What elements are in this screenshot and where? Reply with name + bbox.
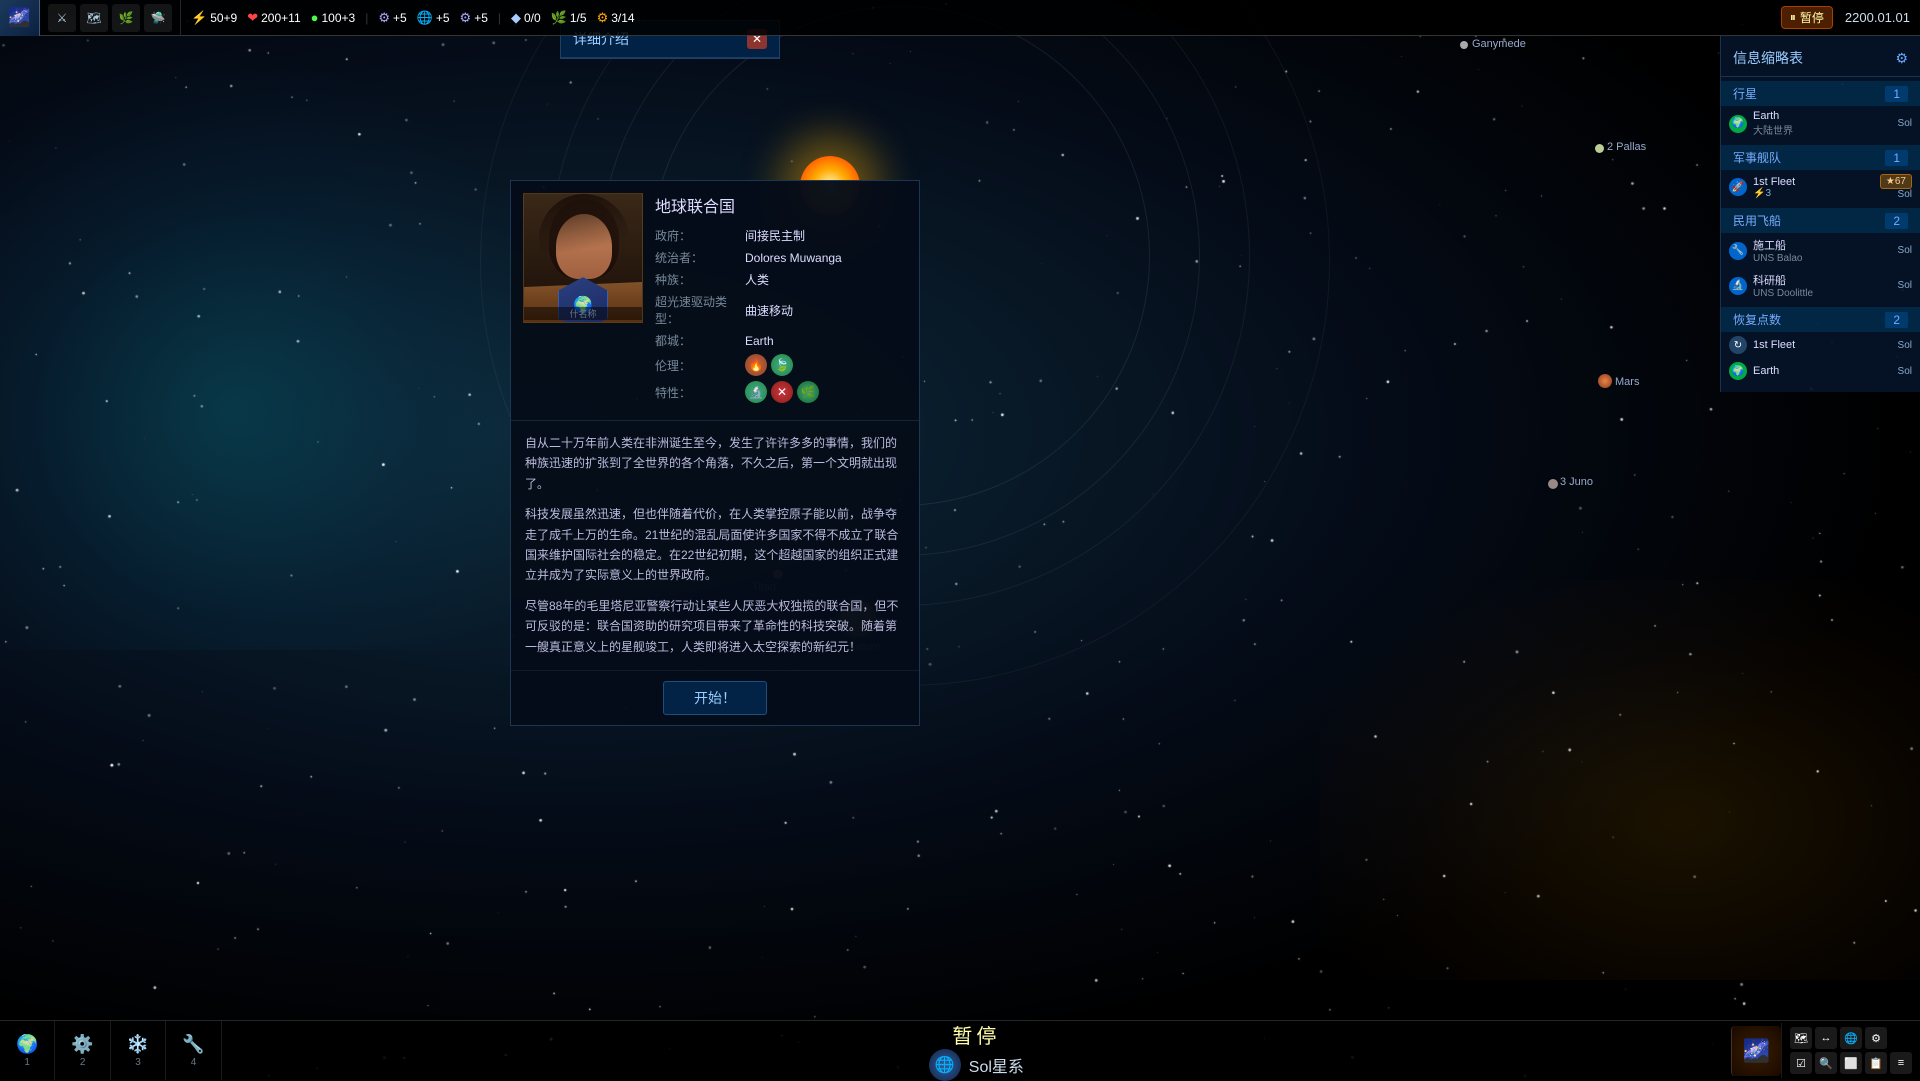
resource-bar: ⚡ 50+9 ❤ 200+11 ● 100+3 | ⚙ +5 🌐 +5 ⚙ +5… (181, 10, 645, 26)
toolbar-icon-4[interactable]: 🛸 (144, 4, 172, 32)
section-recovery[interactable]: 恢复点数 2 (1721, 307, 1920, 332)
resource-food: ● 100+3 (311, 10, 356, 25)
system-globe-icon[interactable]: 🌐 (929, 1049, 961, 1081)
civ-ethics-row: 伦理： 🔥 🍃 (655, 354, 907, 376)
pause-button[interactable]: ⏸ 暂停 (1781, 6, 1833, 29)
civ-info-table: 地球联合国 政府： 间接民主制 统治者： Dolores Muwanga 种族：… (655, 193, 907, 408)
system-label-container: 🌐 Sol星系 (929, 1049, 1024, 1081)
info-panel-settings-icon[interactable]: ⚙ (1895, 50, 1908, 67)
logo[interactable]: 🌌 (0, 0, 40, 36)
resource-society: 🌐 +5 (417, 10, 450, 26)
toolbar-action-icons: ⚔ 🗺 🌿 🛸 (40, 0, 181, 35)
ethics-icon-2: 🍃 (771, 354, 793, 376)
civ-ftl-row: 超光速驱动类型： 曲速移动 (655, 293, 907, 327)
bottom-bar: 🌍 1 ⚙️ 2 ❄️ 3 🔧 4 暂停 🌐 Sol星系 🌌 🗺 ↔ 🌐 ⚙ ☑… (0, 1020, 1920, 1080)
planet-earth-item[interactable]: 🌍 Earth 大陆世界 Sol (1721, 106, 1920, 141)
minimap-control-1[interactable]: 🗺 (1790, 1027, 1812, 1049)
section-planets[interactable]: 行星 1 (1721, 81, 1920, 106)
trait-icon-3: 🌿 (797, 381, 819, 403)
construction-ship-icon: 🔧 (1729, 242, 1747, 260)
earth-icon: 🌍 (1729, 115, 1747, 133)
civ-portrait-label: 什名称 (524, 307, 642, 320)
recovery-earth-item[interactable]: 🌍 Earth Sol (1721, 358, 1920, 384)
fleet-1st-item[interactable]: 🚀 1st Fleet ⚡3 ★67 Sol (1721, 170, 1920, 204)
bottom-center: 暂停 🌐 Sol星系 (222, 1020, 1731, 1081)
trait-icon-2: ✕ (771, 381, 793, 403)
minimap-control-9[interactable]: ≡ (1890, 1052, 1912, 1074)
resource-minerals: ❤ 200+11 (247, 10, 300, 26)
resource-energy: ⚡ 50+9 (191, 10, 237, 26)
civ-government-row: 政府： 间接民主制 (655, 227, 907, 244)
civ-traits-row: 特性： 🔬 ✕ 🌿 (655, 381, 907, 403)
pause-label: 暂停 (952, 1020, 1000, 1049)
toolbar-icon-3[interactable]: 🌿 (112, 4, 140, 32)
info-panel: 信息缩略表 ⚙ 行星 1 🌍 Earth 大陆世界 Sol 军事舰队 1 🚀 1… (1720, 36, 1920, 392)
fleet-icon: 🚀 (1729, 178, 1747, 196)
galaxy-view-button[interactable]: 🌌 (1731, 1026, 1781, 1076)
minimap-control-4[interactable]: ⚙ (1865, 1027, 1887, 1049)
toolbar-icon-2[interactable]: 🗺 (80, 4, 108, 32)
minimap-control-2[interactable]: ↔ (1815, 1027, 1837, 1049)
civ-lore: 自从二十万年前人类在非洲诞生至今，发生了许许多多的事情，我们的种族迅速的扩张到了… (511, 421, 919, 671)
ship-balao-item[interactable]: 🔧 施工船 UNS Balao Sol (1721, 233, 1920, 268)
fleet-badge: ★67 (1880, 174, 1912, 189)
trait-icon-1: 🔬 (745, 381, 767, 403)
toolbar-right: ⏸ 暂停 2200.01.01 (1781, 6, 1920, 29)
info-panel-title: 信息缩略表 ⚙ (1721, 44, 1920, 77)
resource-unity: 🌿 1/5 (551, 10, 587, 26)
civ-ruler-row: 统治者： Dolores Muwanga (655, 249, 907, 266)
minimap-control-8[interactable]: 📋 (1865, 1052, 1887, 1074)
date-display: 2200.01.01 (1845, 10, 1910, 25)
bottom-tab-4[interactable]: 🔧 4 (166, 1021, 221, 1080)
civ-header: 🌍 什名称 地球联合国 政府： 间接民主制 统治者： Dolores Muwan… (511, 181, 919, 421)
civ-portrait: 🌍 什名称 (523, 193, 643, 323)
tab-1-icon: 🌍 (16, 1034, 38, 1055)
tab-4-icon: 🔧 (182, 1034, 204, 1055)
system-name: Sol星系 (969, 1053, 1024, 1077)
civ-footer: 开始！ (511, 671, 919, 725)
section-military[interactable]: 军事舰队 1 (1721, 145, 1920, 170)
section-civilian[interactable]: 民用飞船 2 (1721, 208, 1920, 233)
start-button[interactable]: 开始！ (663, 681, 767, 715)
toolbar: 🌌 ⚔ 🗺 🌿 🛸 ⚡ 50+9 ❤ 200+11 ● 100+3 | ⚙ +5… (0, 0, 1920, 36)
minimap-control-6[interactable]: 🔍 (1815, 1052, 1837, 1074)
civ-name: 地球联合国 (655, 193, 907, 217)
resource-strategic: ⚙ 3/14 (597, 10, 635, 26)
science-ship-icon: 🔬 (1729, 277, 1747, 295)
tab-2-icon: ⚙️ (71, 1034, 93, 1055)
toolbar-icon-1[interactable]: ⚔ (48, 4, 76, 32)
minimap-control-3[interactable]: 🌐 (1840, 1027, 1862, 1049)
recovery-fleet-icon: ↻ (1729, 336, 1747, 354)
resource-influence: ◆ 0/0 (511, 10, 541, 26)
ethics-icon-1: 🔥 (745, 354, 767, 376)
ship-doolittle-item[interactable]: 🔬 科研船 UNS Doolittle Sol (1721, 268, 1920, 303)
minimap-control-7[interactable]: ⬜ (1840, 1052, 1862, 1074)
civ-species-row: 种族： 人类 (655, 271, 907, 288)
bottom-tab-2[interactable]: ⚙️ 2 (55, 1021, 110, 1080)
civ-capital-row: 都城： Earth (655, 332, 907, 349)
minimap-control-5[interactable]: ☑ (1790, 1052, 1812, 1074)
bottom-tab-1[interactable]: 🌍 1 (0, 1021, 55, 1080)
civ-dialog: 🌍 什名称 地球联合国 政府： 间接民主制 统治者： Dolores Muwan… (510, 180, 920, 726)
bottom-tab-3[interactable]: ❄️ 3 (111, 1021, 166, 1080)
tab-3-icon: ❄️ (127, 1034, 149, 1055)
recovery-earth-icon: 🌍 (1729, 362, 1747, 380)
recovery-fleet-item[interactable]: ↻ 1st Fleet Sol (1721, 332, 1920, 358)
resource-engineering: ⚙ +5 (460, 10, 488, 26)
resource-research: ⚙ +5 (378, 10, 406, 26)
